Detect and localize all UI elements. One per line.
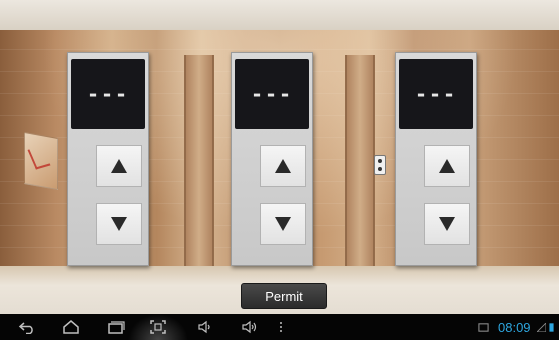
ceiling [0, 0, 559, 30]
down-button[interactable] [260, 203, 306, 245]
recent-apps-icon[interactable] [103, 314, 129, 340]
up-button[interactable] [424, 145, 470, 187]
notification-icon [478, 314, 489, 340]
triangle-up-icon [439, 159, 455, 173]
hall-call-indicator [374, 155, 386, 175]
up-button[interactable] [260, 145, 306, 187]
door-frame [345, 55, 375, 270]
volume-down-icon[interactable] [192, 314, 218, 340]
triangle-up-icon [111, 159, 127, 173]
menu-icon[interactable] [268, 314, 294, 340]
triangle-down-icon [439, 217, 455, 231]
screenshot-icon[interactable] [145, 314, 171, 340]
battery-icon [549, 314, 554, 340]
triangle-down-icon [111, 217, 127, 231]
permit-button[interactable]: Permit [241, 283, 327, 309]
down-button[interactable] [424, 203, 470, 245]
elevator-panel-1: --- [67, 52, 149, 266]
floor-display: --- [399, 59, 473, 129]
wall-painting [24, 132, 58, 190]
status-clock: 08:09 [498, 319, 531, 335]
system-navigation-bar: 08:09 [0, 314, 559, 340]
back-icon[interactable] [14, 314, 40, 340]
triangle-down-icon [275, 217, 291, 231]
elevator-panel-2: --- [231, 52, 313, 266]
down-button[interactable] [96, 203, 142, 245]
elevator-panel-3: --- [395, 52, 477, 266]
floor-display: --- [71, 59, 145, 129]
door-frame [184, 55, 214, 270]
up-button[interactable] [96, 145, 142, 187]
floor-display: --- [235, 59, 309, 129]
signal-icon [537, 314, 546, 340]
volume-up-icon[interactable] [236, 314, 262, 340]
home-icon[interactable] [58, 314, 84, 340]
triangle-up-icon [275, 159, 291, 173]
